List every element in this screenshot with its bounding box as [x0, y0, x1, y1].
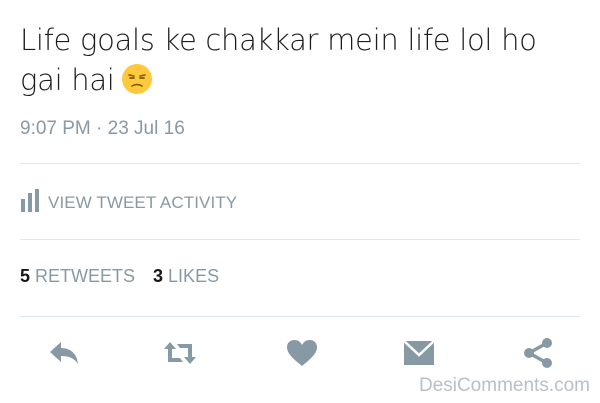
activity-label: VIEW TWEET ACTIVITY: [48, 193, 238, 212]
tweet-timestamp[interactable]: 9:07 PM · 23 Jul 16: [20, 118, 185, 140]
tweet-text: Life goals ke chakkar mein life lol ho g…: [20, 20, 580, 100]
like-button[interactable]: [282, 338, 322, 372]
watermark: DesiComments.com: [418, 375, 590, 396]
retweets-count: 5: [20, 266, 31, 286]
retweets-label: RETWEETS: [35, 266, 136, 286]
message-button[interactable]: [399, 338, 439, 372]
reply-icon: [48, 340, 80, 371]
retweet-icon: [163, 340, 197, 371]
divider: [20, 316, 580, 317]
reply-button[interactable]: [44, 338, 84, 372]
divider: [20, 163, 580, 164]
bar-chart-icon: [20, 188, 40, 218]
likes-count: 3: [153, 266, 164, 286]
view-tweet-activity-link[interactable]: VIEW TWEET ACTIVITY: [20, 188, 238, 218]
share-button[interactable]: [518, 337, 558, 374]
likes-label: LIKES: [168, 266, 220, 286]
retweet-button[interactable]: [160, 338, 200, 372]
unamused-face-icon: [121, 63, 153, 95]
tweet-actions: [0, 330, 600, 380]
likes-stat[interactable]: 3 LIKES: [153, 266, 219, 287]
divider: [20, 239, 580, 240]
tweet-body: Life goals ke chakkar mein life lol ho g…: [20, 23, 537, 97]
retweets-stat[interactable]: 5 RETWEETS: [20, 266, 135, 287]
tweet-stats: 5 RETWEETS 3 LIKES: [20, 266, 219, 287]
share-icon: [522, 337, 554, 374]
message-icon: [402, 339, 436, 372]
heart-icon: [286, 339, 318, 372]
